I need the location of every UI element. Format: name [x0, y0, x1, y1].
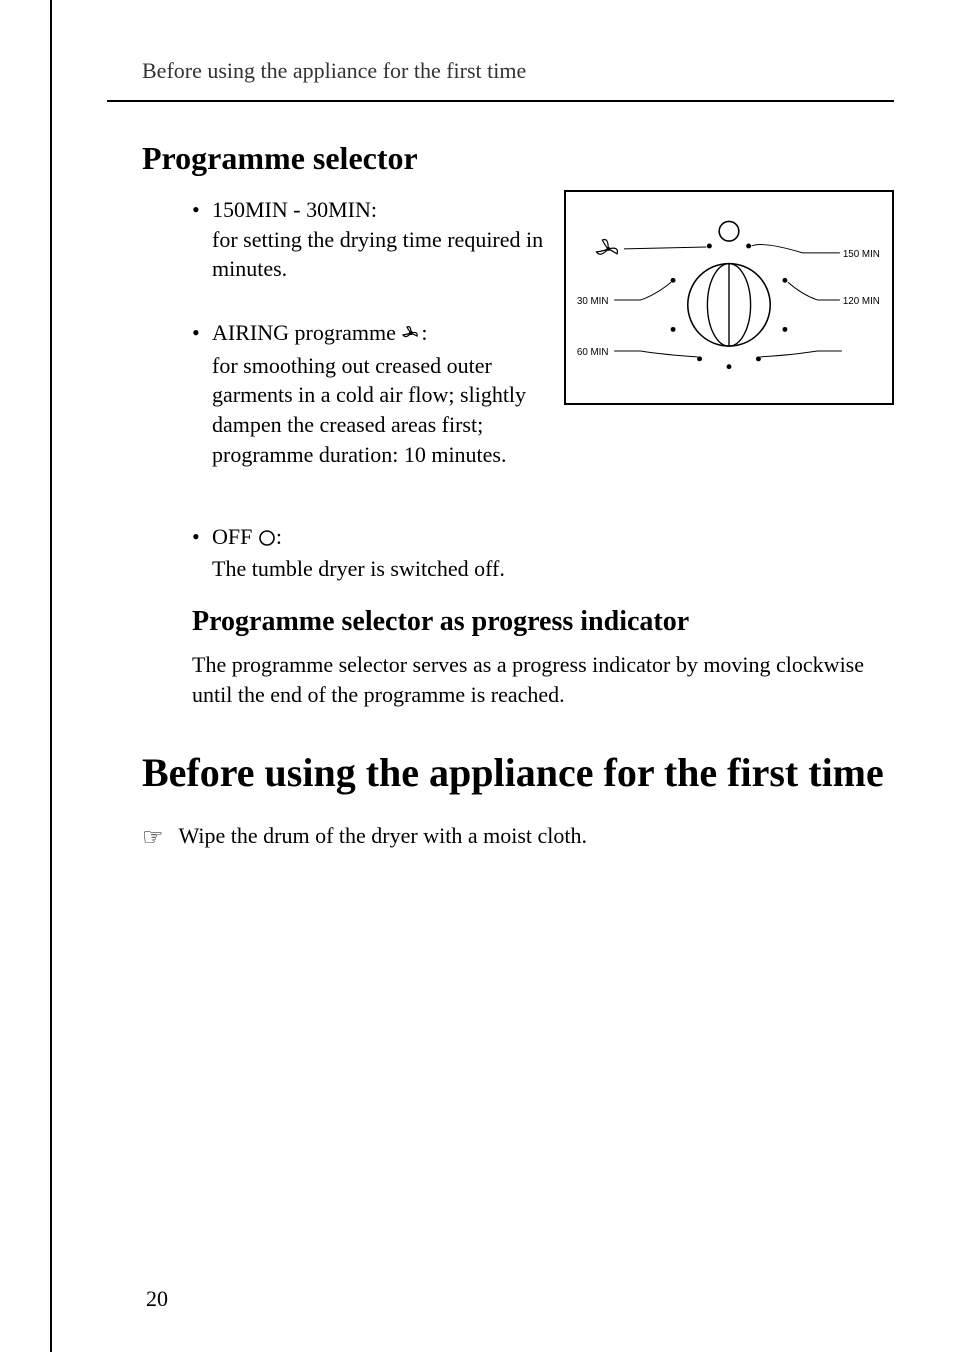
dial-svg: 150 MIN 120 MIN 60 MIN 30 MIN [566, 192, 892, 403]
progress-indicator-heading: Programme selector as progress indicator [192, 606, 894, 638]
tick-dot [782, 278, 787, 283]
instruction-row: ☞ Wipe the drum of the dryer with a mois… [142, 821, 894, 852]
header-rule [107, 100, 894, 102]
bullet-label: AIRING programme [212, 320, 396, 345]
fan-icon [401, 321, 421, 351]
bullet-marker: • [192, 522, 200, 552]
bullet-item-time: • 150MIN - 30MIN: for setting the drying… [212, 195, 562, 284]
tick-dot [697, 356, 702, 361]
bullet-label-suffix: : [421, 320, 427, 345]
before-first-use-heading: Before using the appliance for the first… [142, 749, 894, 796]
bullet-item-off: • OFF : The tumble dryer is switched off… [212, 522, 894, 584]
leader-line [614, 282, 671, 300]
leader-line [788, 282, 840, 300]
leader-line [752, 245, 840, 253]
instruction-text: Wipe the drum of the dryer with a moist … [179, 821, 587, 851]
programme-selector-heading: Programme selector [142, 140, 894, 177]
bullet-body: for setting the drying time required in … [212, 225, 562, 284]
bullet-label: 150MIN - 30MIN: [212, 195, 562, 225]
leader-line [624, 247, 706, 249]
fan-position-icon [597, 239, 618, 254]
dial-label-30: 30 MIN [577, 296, 609, 307]
bullet-list: • 150MIN - 30MIN: for setting the drying… [212, 195, 562, 470]
bullet-label: OFF [212, 524, 252, 549]
bullet-label-row: AIRING programme [212, 318, 562, 351]
bullet-label-row: OFF : [212, 522, 894, 555]
leader-line [614, 351, 697, 357]
tick-dot [782, 327, 787, 332]
tick-dot [756, 356, 761, 361]
page-number: 20 [146, 1286, 168, 1312]
tick-dot [671, 327, 676, 332]
circle-icon [258, 525, 276, 555]
off-position-icon [719, 221, 739, 241]
bullet-label-suffix: : [276, 524, 282, 549]
page-frame: Before using the appliance for the first… [50, 0, 954, 1352]
dial-knob [688, 264, 770, 346]
bullet-item-airing: • AIRING programme [212, 318, 562, 469]
dial-label-120: 120 MIN [843, 296, 880, 307]
bullet-body: for smoothing out creased outer garments… [212, 351, 562, 440]
leader-line [760, 351, 841, 357]
bullet-body-2: programme duration: 10 minutes. [212, 440, 562, 470]
dial-label-60: 60 MIN [577, 347, 609, 358]
dial-diagram: 150 MIN 120 MIN 60 MIN 30 MIN [564, 190, 894, 405]
running-header: Before using the appliance for the first… [142, 58, 526, 84]
bullet-marker: • [192, 195, 200, 225]
tick-dot [727, 364, 732, 369]
bullet-column: • 150MIN - 30MIN: for setting the drying… [142, 195, 562, 492]
bullet-body: The tumble dryer is switched off. [212, 554, 894, 584]
tick-dot [671, 278, 676, 283]
pointing-hand-icon: ☞ [142, 823, 164, 852]
tick-dot [707, 244, 712, 249]
tick-dot [746, 244, 751, 249]
bullet-marker: • [192, 318, 200, 348]
bullet-list-lower: • OFF : The tumble dryer is switched off… [212, 522, 894, 584]
progress-indicator-para: The programme selector serves as a progr… [192, 650, 894, 709]
dial-label-150: 150 MIN [843, 249, 880, 260]
